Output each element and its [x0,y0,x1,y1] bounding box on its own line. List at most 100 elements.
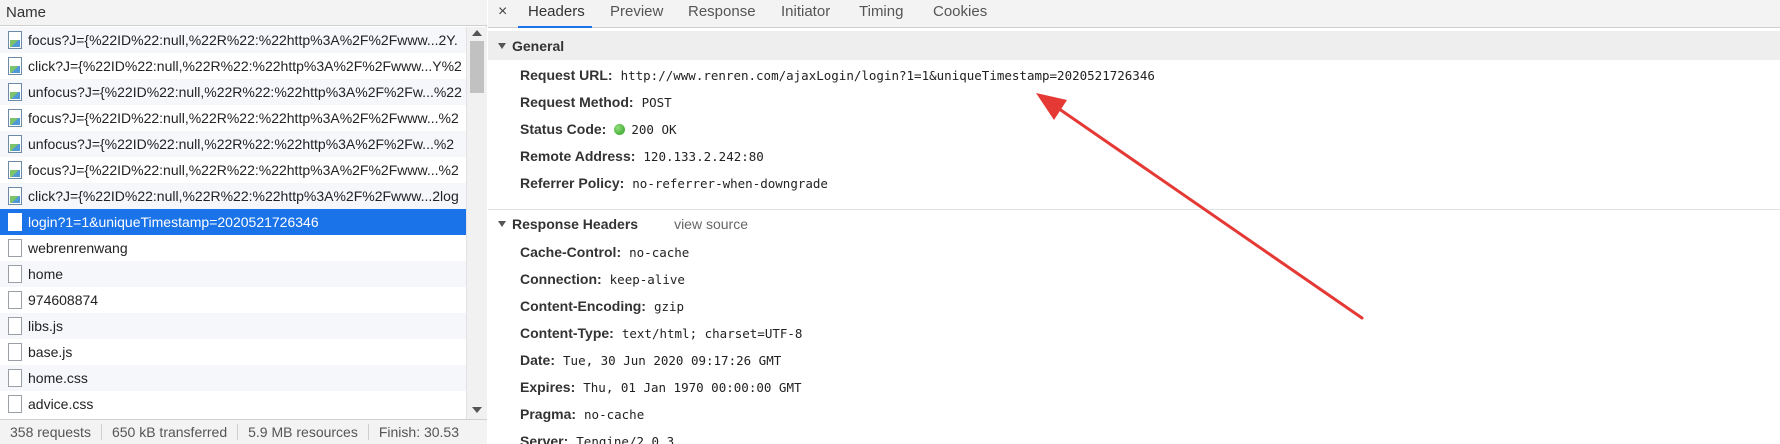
referrer-policy-row: Referrer Policy: no-referrer-when-downgr… [520,172,828,194]
request-name: click?J={%22ID%22:null,%22R%22:%22http%3… [28,188,459,204]
header-value: gzip [653,298,685,314]
scrollbar-thumb[interactable] [470,41,484,93]
request-row[interactable]: unfocus?J={%22ID%22:null,%22R%22:%22http… [0,131,466,157]
request-row[interactable]: focus?J={%22ID%22:null,%22R%22:%22http%3… [0,105,466,131]
image-file-icon [8,135,22,153]
header-key: Pragma: [520,406,577,422]
response-header-row: Expires: Thu, 01 Jan 1970 00:00:00 GMT [520,376,802,398]
request-row[interactable]: unfocus?J={%22ID%22:null,%22R%22:%22http… [0,79,466,105]
image-file-icon [8,109,22,127]
request-row[interactable]: home.css [0,365,466,391]
finish-time: Finish: 30.53 [378,424,460,440]
response-headers-section-header[interactable]: Response Headers view source [488,209,1780,238]
tab-preview[interactable]: Preview [610,3,663,20]
status-ok-dot-icon [614,123,626,135]
image-file-icon [8,31,22,49]
request-row[interactable]: advice.css [0,391,466,417]
collapse-triangle-icon[interactable] [498,42,506,49]
request-url-row: Request URL: http://www.renren.com/ajaxL… [520,64,1155,86]
request-name: login?1=1&uniqueTimestamp=2020521726346 [28,214,319,230]
request-row-selected[interactable]: login?1=1&uniqueTimestamp=2020521726346 [0,209,466,235]
document-file-icon [8,291,22,309]
remote-address-row: Remote Address: 120.133.2.242:80 [520,145,764,167]
header-value: keep-alive [609,271,685,287]
request-name: unfocus?J={%22ID%22:null,%22R%22:%22http… [28,136,455,152]
header-value: no-cache [629,244,690,260]
image-file-icon [8,187,22,205]
general-section-header[interactable]: General [488,31,1780,60]
header-key: Request Method: [520,94,634,110]
network-summary-bar: 358 requests 650 kB transferred 5.9 MB r… [0,419,487,444]
detail-tab-bar: × Headers Preview Response Initiator Tim… [488,0,1780,28]
request-list: focus?J={%22ID%22:null,%22R%22:%22http%3… [0,27,466,419]
request-row[interactable]: focus?J={%22ID%22:null,%22R%22:%22http%3… [0,157,466,183]
tab-timing[interactable]: Timing [859,3,903,20]
header-key: Date: [520,352,556,368]
tab-cookies[interactable]: Cookies [933,3,987,20]
request-row[interactable]: focus?J={%22ID%22:null,%22R%22:%22http%3… [0,27,466,53]
transferred-size: 650 kB transferred [102,424,239,440]
request-method-row: Request Method: POST [520,91,672,113]
response-header-row: Content-Encoding: gzip [520,295,684,317]
request-name: focus?J={%22ID%22:null,%22R%22:%22http%3… [28,110,459,126]
header-value: Tue, 30 Jun 2020 09:17:26 GMT [563,352,782,368]
request-row[interactable]: home [0,261,466,287]
request-name: home.css [28,370,88,386]
image-file-icon [8,161,22,179]
header-value: 120.133.2.242:80 [643,148,764,164]
request-row[interactable]: click?J={%22ID%22:null,%22R%22:%22http%3… [0,53,466,79]
request-row[interactable]: base.js [0,339,466,365]
document-file-icon [8,265,22,283]
active-tab-indicator [518,26,592,28]
request-count: 358 requests [0,424,102,440]
header-value: no-cache [584,406,645,422]
header-key: Status Code: [520,121,607,137]
header-key: Referrer Policy: [520,175,625,191]
header-value: http://www.renren.com/ajaxLogin/login?1=… [620,67,1155,83]
collapse-triangle-icon[interactable] [498,221,506,227]
header-value: Tengine/2.0.3 [576,433,675,444]
response-header-row: Cache-Control: no-cache [520,241,689,263]
header-key: Cache-Control: [520,244,622,260]
request-name: libs.js [28,318,64,334]
request-name: base.js [28,344,73,360]
tab-initiator[interactable]: Initiator [781,3,830,20]
header-value: 200 OK [631,121,677,137]
request-row[interactable]: click?J={%22ID%22:null,%22R%22:%22http%3… [0,183,466,209]
status-code-row: Status Code: 200 OK [520,118,677,140]
request-name: webrenrenwang [28,240,128,256]
header-key: Expires: [520,379,576,395]
scroll-down-arrow-icon[interactable] [472,407,482,413]
document-file-icon [8,369,22,387]
resources-size: 5.9 MB resources [238,424,369,440]
scroll-up-arrow-icon[interactable] [472,30,482,36]
request-list-scrollbar[interactable] [466,27,487,419]
request-row[interactable]: webrenrenwang [0,235,466,261]
image-file-icon [8,83,22,101]
request-name: advice.css [28,396,94,412]
document-file-icon [8,239,22,257]
request-name: click?J={%22ID%22:null,%22R%22:%22http%3… [28,58,462,74]
header-key: Content-Encoding: [520,298,646,314]
header-key: Remote Address: [520,148,636,164]
request-name: 974608874 [28,292,99,308]
header-value: text/html; charset=UTF-8 [621,325,803,341]
tab-headers[interactable]: Headers [528,3,585,20]
request-row[interactable]: 974608874 [0,287,466,313]
response-header-row: Content-Type: text/html; charset=UTF-8 [520,322,802,344]
document-file-icon [8,343,22,361]
close-icon[interactable]: × [498,3,507,21]
tab-response[interactable]: Response [688,3,756,20]
network-request-list-pane: Name focus?J={%22ID%22:null,%22R%22:%22h… [0,0,487,444]
request-name: focus?J={%22ID%22:null,%22R%22:%22http%3… [28,162,459,178]
header-key: Connection: [520,271,602,287]
request-row[interactable]: libs.js [0,313,466,339]
response-header-row: Date: Tue, 30 Jun 2020 09:17:26 GMT [520,349,781,371]
request-name: unfocus?J={%22ID%22:null,%22R%22:%22http… [28,84,462,100]
general-section-title: General [512,37,565,54]
response-header-row: Connection: keep-alive [520,268,685,290]
document-file-icon [8,395,22,413]
view-source-link[interactable]: view source [674,216,748,232]
name-column-header[interactable]: Name [0,0,487,26]
request-detail-pane: × Headers Preview Response Initiator Tim… [488,0,1780,444]
